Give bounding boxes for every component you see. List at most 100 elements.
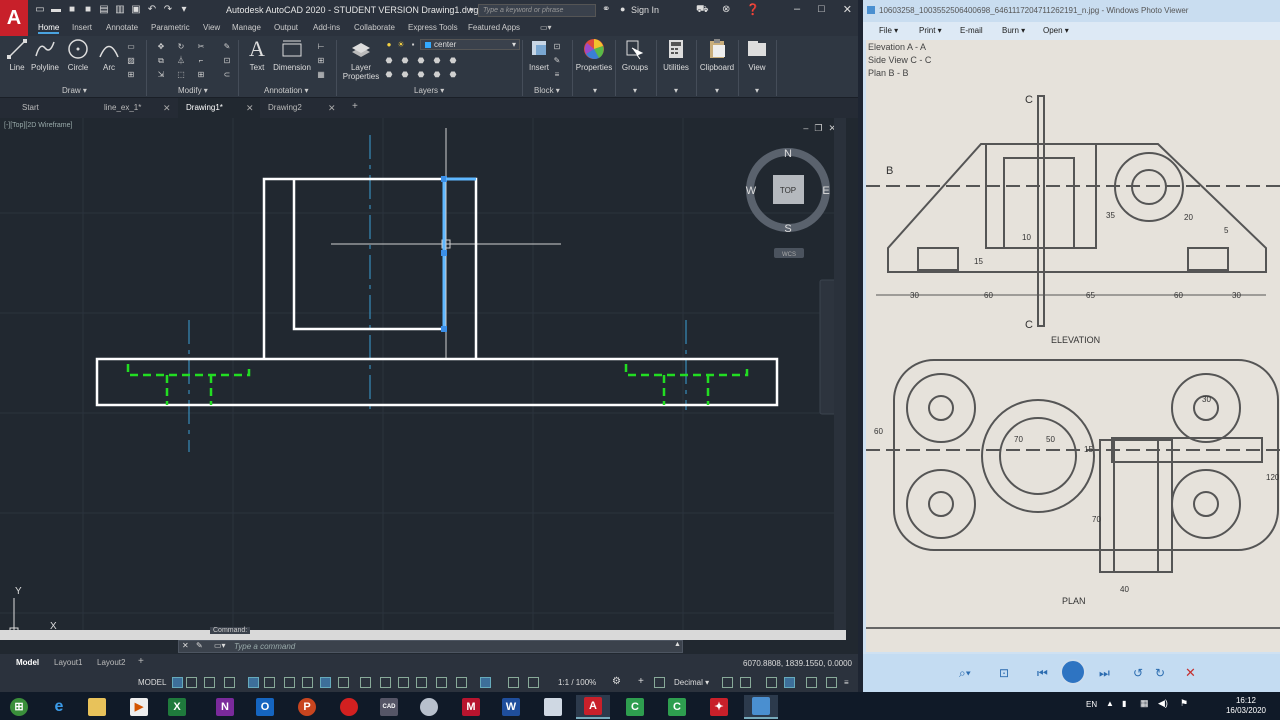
rectangle-icon[interactable]: ▭ [126,42,136,51]
taskbar-mendeley[interactable]: M [454,695,488,719]
taskbar-acrobat[interactable]: ✦ [702,695,736,719]
start-button[interactable]: ⊞ [2,695,36,719]
taskbar-powerpoint[interactable]: P [290,695,324,719]
taskbar-photo-viewer[interactable] [744,695,778,719]
autocad-logo[interactable]: A [0,0,28,36]
groups-tool[interactable]: Groups [618,38,652,72]
ortho-toggle-icon[interactable] [248,677,259,688]
draw-more-icon[interactable]: ⊞ [126,70,136,79]
grid-toggle-icon[interactable] [172,677,183,688]
layers-panel-label[interactable]: Layers ▾ [414,86,444,95]
leader-icon[interactable]: ⊢ [316,42,326,51]
move-icon[interactable]: ✥ [156,42,166,51]
hardware-acceleration-icon[interactable] [784,677,795,688]
isodraft-icon[interactable] [284,677,295,688]
layer-tool-9-icon[interactable]: ⬣ [432,70,442,79]
tab-output[interactable]: Output [274,23,298,32]
undo-icon[interactable]: ↶ [146,4,158,16]
viewcube-south[interactable]: S [784,223,791,235]
viewcube[interactable]: TOP N S E W WCS [746,148,830,258]
transparency-toggle-icon[interactable] [380,677,391,688]
add-layout-icon[interactable]: + [138,656,144,667]
erase-icon[interactable]: ✎ [222,42,232,51]
quick-properties-icon[interactable] [722,677,733,688]
dynamic-ucs-icon[interactable] [416,677,427,688]
viewcube-north[interactable]: N [784,148,792,160]
layer-tool-7-icon[interactable]: ⬣ [400,70,410,79]
auto-scale-icon[interactable] [508,677,519,688]
arc-tool[interactable]: Arc [92,38,126,72]
close-tab-drawing1-icon[interactable]: ✕ [246,103,254,114]
new-file-icon[interactable]: ▭ [34,4,46,16]
utilities-tool[interactable]: Utilities [658,38,694,72]
trim-icon[interactable]: ✂ [196,42,206,51]
tab-parametric[interactable]: Parametric [151,23,190,32]
save-icon[interactable]: ■ [66,4,78,16]
taskbar-word[interactable]: W [494,695,528,719]
tab-insert[interactable]: Insert [72,23,92,32]
tab-featured-apps[interactable]: Featured Apps [468,23,520,32]
qat-dropdown-icon[interactable]: ▾ [178,4,190,16]
hatch-icon[interactable]: ▨ [126,56,136,65]
vertical-scrollbar[interactable] [834,118,846,640]
viewcube-east[interactable]: E [822,185,829,197]
menu-burn[interactable]: Burn ▾ [1002,26,1025,35]
close-tab-drawing2-icon[interactable]: ✕ [328,103,336,114]
object-snap-tracking-icon[interactable] [302,677,313,688]
rotate-icon[interactable]: ↻ [176,42,186,51]
polar-toggle-icon[interactable] [264,677,275,688]
copy-icon[interactable]: ⧉ [156,56,166,65]
command-settings-icon[interactable]: ✎ [196,641,203,650]
system-clock[interactable]: 16:12 16/03/2020 [1226,696,1266,716]
table-icon[interactable]: ⊞ [316,56,326,65]
close-icon[interactable]: ✕ [843,3,852,16]
horizontal-scrollbar[interactable] [0,630,846,640]
layer-tool-3-icon[interactable]: ⬣ [416,56,426,65]
taskbar-cad-app[interactable]: CAD [372,695,406,719]
tab-annotate[interactable]: Annotate [106,23,138,32]
taskbar-camtasia-recorder[interactable]: C [660,695,694,719]
layer-tool-6-icon[interactable]: ⬣ [384,70,394,79]
previous-icon[interactable]: ⏮ [1037,666,1048,681]
volume-icon[interactable]: ◀) [1158,698,1168,709]
snap-toggle-icon[interactable] [186,677,197,688]
scale-icon[interactable]: ⬚ [176,70,186,79]
attribute-icon[interactable]: ≡ [552,70,562,79]
tab-layout1[interactable]: Layout1 [54,658,82,667]
annotation-more-icon[interactable]: ▦ [316,70,326,79]
tab-home[interactable]: Home [38,23,60,34]
units-dropdown[interactable]: Decimal ▾ [674,678,709,687]
input-language[interactable]: EN [1086,700,1097,709]
layer-tool-8-icon[interactable]: ⬣ [416,70,426,79]
tray-app-icon[interactable]: ▮ [1122,699,1126,708]
dynamic-input-icon[interactable] [224,677,235,688]
layer-dropdown[interactable]: center ▾ [420,39,520,50]
menu-open[interactable]: Open ▾ [1043,26,1069,35]
taskbar-recorder[interactable] [332,695,366,719]
taskbar-media-player[interactable]: ▶ [122,695,156,719]
layer-tool-4-icon[interactable]: ⬣ [432,56,442,65]
text-tool[interactable]: A Text [240,38,274,73]
next-icon[interactable]: ⏭ [1099,666,1110,681]
layer-tool-10-icon[interactable]: ⬣ [448,70,458,79]
cloud-icon[interactable]: ▤ [98,4,110,16]
array-icon[interactable]: ⊞ [196,70,206,79]
flag-icon[interactable]: ⚑ [1180,698,1188,709]
annotation-scale-icon[interactable] [528,677,539,688]
menu-file[interactable]: File ▾ [879,26,898,35]
insert-block-tool[interactable]: Insert [522,38,556,72]
annotation-visibility-icon[interactable] [480,677,491,688]
sun-icon[interactable]: ☀ [396,40,406,49]
tray-arrow-icon[interactable]: ▲ [1106,699,1114,708]
explode-icon[interactable]: ⊡ [222,56,232,65]
fillet-icon[interactable]: ⌐ [196,56,206,65]
drawing-canvas[interactable]: TOP N S E W WCS Y X [0,118,846,640]
clipboard-dropdown-icon[interactable]: ▾ [712,86,722,95]
modify-panel-label[interactable]: Modify ▾ [178,86,208,95]
clipboard-tool[interactable]: Clipboard [698,38,736,72]
taskbar-explorer[interactable] [80,695,114,719]
new-tab-icon[interactable]: + [344,98,366,118]
exchange-icon[interactable]: ⊗ [722,4,730,15]
annotation-panel-label[interactable]: Annotation ▾ [264,86,309,95]
view-tool[interactable]: View [740,38,774,72]
